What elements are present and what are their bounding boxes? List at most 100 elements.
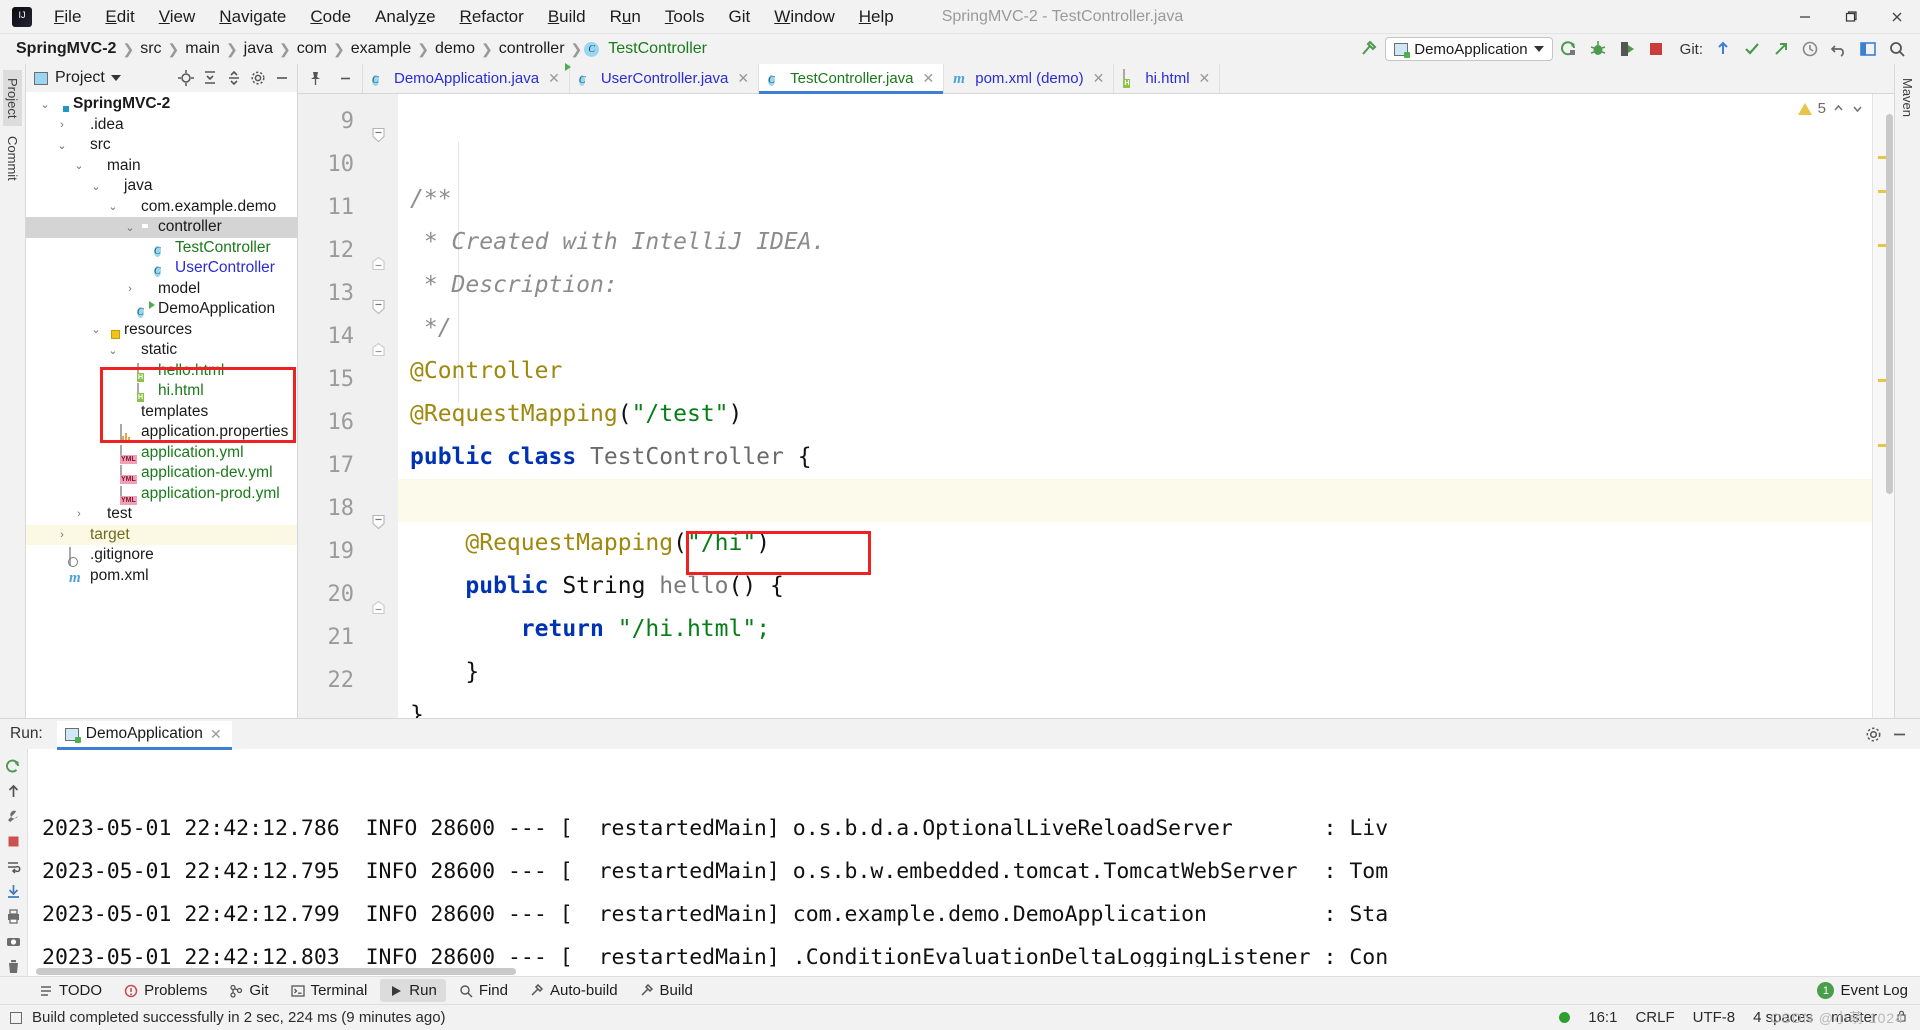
console-horizontal-scrollbar[interactable] bbox=[28, 967, 1920, 976]
chevron-down-icon[interactable]: ⌄ bbox=[106, 344, 120, 357]
editor-markers-gutter[interactable] bbox=[1872, 94, 1894, 718]
code-line-18[interactable]: public String hello() { bbox=[398, 565, 1872, 608]
debug-icon[interactable] bbox=[1585, 37, 1611, 61]
code-line-12[interactable]: */ bbox=[398, 307, 1872, 350]
code-fold-end-icon[interactable] bbox=[371, 243, 386, 270]
wrench-icon[interactable] bbox=[3, 806, 25, 826]
camera-icon[interactable] bbox=[3, 931, 25, 951]
tool-todo[interactable]: TODO bbox=[30, 979, 111, 1002]
trash-icon[interactable] bbox=[3, 956, 25, 976]
tool-build[interactable]: Build bbox=[631, 979, 702, 1002]
code-fold-collapse-icon[interactable] bbox=[371, 501, 386, 529]
sidebar-item-maven[interactable]: Maven bbox=[1898, 70, 1917, 125]
code-fold-collapse-icon[interactable] bbox=[371, 114, 386, 142]
menu-analyze[interactable]: Analyze bbox=[363, 3, 448, 31]
tree-node-pom-xml[interactable]: m pom.xml bbox=[26, 566, 297, 587]
run-with-coverage-icon[interactable] bbox=[1614, 37, 1640, 61]
inspection-widget[interactable]: 5 bbox=[1797, 100, 1864, 117]
pin-icon[interactable] bbox=[304, 68, 326, 90]
menu-run[interactable]: Run bbox=[598, 3, 653, 31]
tool-find[interactable]: Find bbox=[450, 979, 517, 1002]
chevron-right-icon[interactable]: › bbox=[55, 119, 69, 131]
code-content[interactable]: /** * Created with IntelliJ IDEA. * Desc… bbox=[398, 94, 1872, 718]
code-line-9[interactable]: /** bbox=[398, 178, 1872, 221]
git-push-icon[interactable] bbox=[1768, 37, 1794, 61]
tool-run[interactable]: Run bbox=[380, 979, 446, 1002]
editor-tab-usercontroller-java[interactable]: C UserController.java ✕ bbox=[570, 64, 760, 93]
rerun-icon[interactable] bbox=[1556, 37, 1582, 61]
caret-position[interactable]: 16:1 bbox=[1588, 1009, 1617, 1026]
close-icon[interactable]: ✕ bbox=[548, 70, 560, 87]
run-tab-demoapplication[interactable]: DemoApplication ✕ bbox=[56, 721, 232, 750]
tree-node-com-example-demo[interactable]: ⌄ com.example.demo bbox=[26, 197, 297, 218]
menu-help[interactable]: Help bbox=[847, 3, 906, 31]
sidebar-item-commit[interactable]: Commit bbox=[3, 128, 22, 189]
tree-node-resources[interactable]: ⌄ resources bbox=[26, 320, 297, 341]
breadcrumb-item-4[interactable]: com bbox=[293, 39, 331, 59]
chevron-down-icon[interactable]: ⌄ bbox=[55, 139, 69, 152]
expand-all-icon[interactable] bbox=[199, 67, 221, 89]
close-icon[interactable]: ✕ bbox=[737, 70, 749, 87]
up-icon[interactable] bbox=[3, 781, 25, 801]
code-fold-end-icon[interactable] bbox=[371, 329, 386, 356]
settings-icon[interactable] bbox=[1862, 723, 1884, 745]
editor-tab-pom-xml-demo-[interactable]: m pom.xml (demo) ✕ bbox=[944, 64, 1115, 93]
editor-tab-hi-html[interactable]: Hhi.html ✕ bbox=[1114, 64, 1221, 93]
tree-node-hello-html[interactable]: Hhello.html bbox=[26, 361, 297, 382]
code-editor[interactable]: 9 10 11 12 13 14 15 16 17 18 19 20 21 22 /** * Create… bbox=[298, 94, 1894, 718]
tool-problems[interactable]: Problems bbox=[115, 979, 216, 1002]
code-line-14[interactable]: @RequestMapping("/test") bbox=[398, 393, 1872, 436]
tree-node-springmvc-2[interactable]: ⌄ SpringMVC-2 bbox=[26, 94, 297, 115]
tree-node-application-dev-yml[interactable]: YML application-dev.yml bbox=[26, 463, 297, 485]
line-separator[interactable]: CRLF bbox=[1635, 1009, 1674, 1026]
git-commit-icon[interactable] bbox=[1739, 37, 1765, 61]
run-configuration-selector[interactable]: DemoApplication bbox=[1385, 37, 1553, 61]
event-log-button[interactable]: 1 Event Log bbox=[1817, 982, 1908, 999]
chevron-down-icon[interactable]: ⌄ bbox=[72, 159, 86, 172]
editor-tab-testcontroller-java[interactable]: C TestController.java ✕ bbox=[759, 64, 945, 94]
breadcrumb-item-1[interactable]: src bbox=[136, 39, 165, 59]
breadcrumb-item-0[interactable]: SpringMVC-2 bbox=[12, 39, 120, 59]
code-line-16[interactable] bbox=[398, 479, 1872, 522]
hide-icon[interactable] bbox=[334, 68, 356, 90]
tree-node-application-yml[interactable]: YML application.yml bbox=[26, 443, 297, 464]
console-output[interactable]: 2023-05-01 22:42:12.786 INFO 28600 --- [… bbox=[28, 749, 1920, 976]
tree-node-static[interactable]: ⌄ static bbox=[26, 340, 297, 361]
editor-scrollbar[interactable] bbox=[1885, 94, 1894, 718]
chevron-down-icon[interactable]: ⌄ bbox=[89, 180, 103, 193]
menu-edit[interactable]: Edit bbox=[93, 3, 146, 31]
print-icon[interactable] bbox=[3, 906, 25, 926]
git-history-icon[interactable] bbox=[1797, 37, 1823, 61]
tree-node-src[interactable]: ⌄ src bbox=[26, 135, 297, 156]
tree-node-hi-html[interactable]: Hhi.html bbox=[26, 381, 297, 403]
tree-node-application-properties[interactable]: application.properties bbox=[26, 422, 297, 444]
search-icon[interactable] bbox=[1884, 37, 1910, 61]
file-encoding[interactable]: UTF-8 bbox=[1693, 1009, 1736, 1026]
sidebar-item-project[interactable]: Project bbox=[3, 70, 22, 127]
menu-git[interactable]: Git bbox=[717, 3, 763, 31]
scrollbar-thumb[interactable] bbox=[36, 968, 516, 975]
menu-code[interactable]: Code bbox=[298, 3, 363, 31]
code-line-19[interactable]: return "/hi.html"; bbox=[398, 608, 1872, 651]
tree-node-application-prod-yml[interactable]: YML application-prod.yml bbox=[26, 484, 297, 505]
tree-node-templates[interactable]: templates bbox=[26, 402, 297, 423]
stop-icon[interactable] bbox=[3, 831, 25, 851]
menu-refactor[interactable]: Refactor bbox=[448, 3, 536, 31]
undo-icon[interactable] bbox=[1826, 37, 1852, 61]
menu-window[interactable]: Window bbox=[762, 3, 846, 31]
code-fold-collapse-icon[interactable] bbox=[371, 286, 386, 314]
chevron-down-icon[interactable]: ⌄ bbox=[89, 323, 103, 336]
tree-node-demoapplication[interactable]: C DemoApplication bbox=[26, 299, 297, 320]
tree-node-testcontroller[interactable]: C TestController bbox=[26, 238, 297, 259]
menu-view[interactable]: View bbox=[147, 3, 208, 31]
code-line-17[interactable]: @RequestMapping("/hi") bbox=[398, 522, 1872, 565]
tree-node-test[interactable]: › test bbox=[26, 504, 297, 525]
tree-node-main[interactable]: ⌄ main bbox=[26, 156, 297, 177]
chevron-right-icon[interactable]: › bbox=[123, 283, 137, 295]
breadcrumb-item-8[interactable]: TestController bbox=[604, 39, 711, 59]
chevron-down-icon[interactable]: ⌄ bbox=[106, 200, 120, 213]
menu-navigate[interactable]: Navigate bbox=[207, 3, 298, 31]
tool-auto-build[interactable]: Auto-build bbox=[521, 979, 627, 1002]
chevron-down-icon[interactable]: ⌄ bbox=[123, 221, 137, 234]
scroll-to-end-icon[interactable] bbox=[3, 881, 25, 901]
